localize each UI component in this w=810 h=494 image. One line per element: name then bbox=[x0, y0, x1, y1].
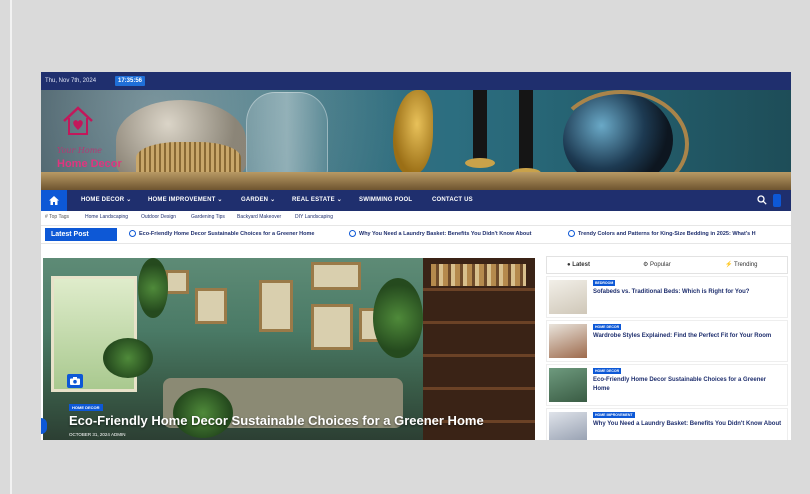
ticker-dot-icon bbox=[568, 230, 575, 238]
ticker-item[interactable]: Trendy Colors and Patterns for King-Size… bbox=[568, 226, 756, 243]
top-bar-time: 17:35:56 bbox=[115, 76, 146, 86]
ticker-item-text: Eco-Friendly Home Decor Sustainable Choi… bbox=[139, 231, 315, 237]
tab-trending-label: Trending bbox=[734, 262, 758, 268]
ticker-item[interactable]: Eco-Friendly Home Decor Sustainable Choi… bbox=[129, 226, 314, 243]
search-icon[interactable] bbox=[757, 195, 767, 205]
tab-popular[interactable]: ⚙ Popular bbox=[643, 257, 671, 273]
latest-post-ticker: Latest Post Eco-Friendly Home Decor Sust… bbox=[41, 225, 791, 244]
nav-item-garden[interactable]: GARDEN ⌄ bbox=[241, 190, 275, 211]
featured-post-meta: OCTOBER 31, 2024 ADMIN bbox=[69, 432, 126, 437]
sidebar-post[interactable]: HOME DECOR Wardrobe Styles Explained: Fi… bbox=[546, 320, 788, 362]
sidebar-post-thumbnail bbox=[549, 368, 587, 402]
nav-home-button[interactable] bbox=[41, 190, 67, 211]
featured-image-frame bbox=[195, 288, 227, 324]
nav-item-real-estate[interactable]: REAL ESTATE ⌄ bbox=[292, 190, 342, 211]
tab-trending[interactable]: ⚡ Trending bbox=[725, 257, 758, 273]
sidebar-post-category[interactable]: BEDROOM bbox=[593, 280, 616, 286]
featured-image-plant bbox=[103, 338, 153, 378]
featured-image-plant bbox=[138, 258, 168, 318]
tag-link[interactable]: Gardening Tips bbox=[191, 211, 225, 224]
header-banner: Your Home Home Decor bbox=[41, 90, 791, 190]
banner-decor-candle bbox=[519, 90, 533, 170]
tag-link[interactable]: Outdoor Design bbox=[141, 211, 176, 224]
featured-image-frame bbox=[311, 262, 361, 290]
sidebar-post-category[interactable]: HOME IMPROVEMENT bbox=[593, 412, 635, 418]
nav-item-home-decor[interactable]: HOME DECOR ⌄ bbox=[81, 190, 131, 211]
featured-image-plant bbox=[373, 278, 423, 358]
sidebar-post-title[interactable]: Eco-Friendly Home Decor Sustainable Choi… bbox=[593, 376, 783, 394]
sidebar-tabs: ● Latest ⚙ Popular ⚡ Trending bbox=[546, 256, 788, 274]
nav-item-home-improvement[interactable]: HOME IMPROVEMENT ⌄ bbox=[148, 190, 223, 211]
tab-latest-label: Latest bbox=[572, 262, 590, 268]
sidebar-post-thumbnail bbox=[549, 324, 587, 358]
ticker-item[interactable]: Why You Need a Laundry Basket: Benefits … bbox=[349, 226, 531, 243]
sidebar-post[interactable]: HOME IMPROVEMENT Why You Need a Laundry … bbox=[546, 408, 788, 440]
nav-item-swimming-pool[interactable]: SWIMMING POOL bbox=[359, 190, 412, 211]
latest-post-label: Latest Post bbox=[45, 228, 117, 241]
banner-shelf bbox=[41, 172, 791, 190]
featured-post-category[interactable]: HOME DECOR bbox=[69, 404, 103, 411]
house-logo-icon bbox=[63, 106, 93, 135]
banner-decor-candle-base bbox=[465, 158, 495, 168]
main-navigation: HOME DECOR ⌄ HOME IMPROVEMENT ⌄ GARDEN ⌄… bbox=[41, 190, 791, 211]
sidebar-post-title[interactable]: Wardrobe Styles Explained: Find the Perf… bbox=[593, 332, 783, 341]
sidebar-post-thumbnail bbox=[549, 280, 587, 314]
sidebar-post[interactable]: BEDROOM Sofabeds vs. Traditional Beds: W… bbox=[546, 276, 788, 318]
top-bar: Thu, Nov 7th, 2024 17:35:56 bbox=[41, 72, 791, 90]
camera-icon bbox=[67, 374, 83, 388]
tag-link[interactable]: Backyard Makeover bbox=[237, 211, 281, 224]
website-frame: Thu, Nov 7th, 2024 17:35:56 Your Home Ho… bbox=[41, 72, 791, 440]
nav-item-contact-us[interactable]: CONTACT US bbox=[432, 190, 473, 211]
banner-decor-glass bbox=[246, 92, 328, 180]
top-tags-bar: # Top Tags Home Landscaping Outdoor Desi… bbox=[41, 211, 791, 224]
sidebar-post-title[interactable]: Why You Need a Laundry Basket: Benefits … bbox=[593, 420, 783, 429]
featured-image-books bbox=[431, 264, 526, 286]
tag-link[interactable]: Home Landscaping bbox=[85, 211, 128, 224]
banner-decor-candle bbox=[473, 90, 487, 160]
home-icon bbox=[49, 196, 59, 205]
tag-link[interactable]: DIY Landscaping bbox=[295, 211, 333, 224]
sidebar-post-title[interactable]: Sofabeds vs. Traditional Beds: Which is … bbox=[593, 288, 783, 297]
top-bar-date: Thu, Nov 7th, 2024 bbox=[45, 78, 97, 84]
tab-popular-label: Popular bbox=[650, 262, 671, 268]
ticker-dot-icon bbox=[349, 230, 356, 238]
featured-post-title[interactable]: Eco-Friendly Home Decor Sustainable Choi… bbox=[69, 413, 484, 428]
featured-post[interactable]: HOME DECOR Eco-Friendly Home Decor Susta… bbox=[43, 258, 535, 440]
ticker-item-text: Trendy Colors and Patterns for King-Size… bbox=[578, 231, 756, 237]
page-left-rule bbox=[10, 0, 12, 494]
sidebar-post-category[interactable]: HOME DECOR bbox=[593, 368, 622, 374]
site-logo[interactable]: Your Home Home Decor bbox=[53, 104, 133, 174]
sidebar-post[interactable]: HOME DECOR Eco-Friendly Home Decor Susta… bbox=[546, 364, 788, 406]
ticker-dot-icon bbox=[129, 230, 136, 238]
camera-glyph-icon bbox=[70, 377, 80, 385]
featured-image-frame bbox=[311, 304, 353, 350]
featured-image-frame bbox=[165, 270, 189, 294]
logo-tagline: Your Home bbox=[57, 146, 103, 155]
tab-latest[interactable]: ● Latest bbox=[567, 257, 590, 273]
sidebar-post-thumbnail bbox=[549, 412, 587, 440]
logo-site-name: Home Decor bbox=[57, 158, 122, 170]
ticker-item-text: Why You Need a Laundry Basket: Benefits … bbox=[359, 231, 532, 237]
sidebar-post-category[interactable]: HOME DECOR bbox=[593, 324, 622, 330]
top-tags-header: # Top Tags bbox=[45, 214, 70, 220]
dark-mode-toggle[interactable] bbox=[773, 194, 781, 207]
sidebar-tab-widget: ● Latest ⚙ Popular ⚡ Trending BEDROOM So… bbox=[546, 256, 788, 440]
featured-image-frame bbox=[259, 280, 293, 332]
